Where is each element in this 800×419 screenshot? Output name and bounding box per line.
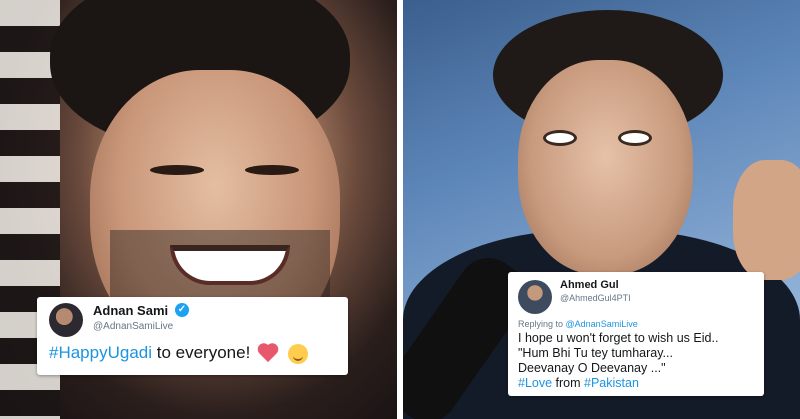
tweet-text: #HappyUgadi to everyone! <box>49 343 308 364</box>
tweet-text-from: from <box>552 376 585 390</box>
tweet-line: "Hum Bhi Tu tey tumharay... <box>518 346 673 360</box>
left-eye <box>150 165 204 175</box>
tweet-author-handle[interactable]: @AdnanSamiLive <box>93 321 173 332</box>
tweet-author-name[interactable]: Ahmed Gul <box>560 279 619 291</box>
right-eye <box>245 165 299 175</box>
tweet-card-ahmed-gul[interactable]: Ahmed Gul @AhmedGul4PTI Replying to @Adn… <box>508 272 764 396</box>
hashtag-link-pakistan[interactable]: #Pakistan <box>584 376 639 390</box>
tweet-author-name[interactable]: Adnan Sami <box>93 303 168 318</box>
avatar[interactable] <box>49 303 83 337</box>
hashtag-link-love[interactable]: #Love <box>518 376 552 390</box>
right-eye <box>618 130 652 146</box>
replying-to: Replying to @AdnanSamiLive <box>518 319 638 329</box>
hashtag-link[interactable]: #HappyUgadi <box>49 343 152 362</box>
pointing-hand <box>733 160 800 280</box>
tweet-line: Deevanay O Deevanay ..." <box>518 361 666 375</box>
face <box>518 60 693 275</box>
avatar[interactable] <box>518 280 552 314</box>
replying-to-label: Replying to <box>518 319 566 329</box>
reply-mention-link[interactable]: @AdnanSamiLive <box>566 319 638 329</box>
tweet-author-handle[interactable]: @AhmedGul4PTI <box>560 293 631 303</box>
smiling-face-icon <box>287 343 308 364</box>
verified-badge-icon: ✓ <box>175 303 189 317</box>
tweet-text: I hope u won't forget to wish us Eid.. "… <box>518 331 718 391</box>
left-eye <box>543 130 577 146</box>
tweet-text-body: to everyone! <box>152 343 251 362</box>
tweet-card-adnan-sami[interactable]: Adnan Sami ✓ @AdnanSamiLive #HappyUgadi … <box>37 297 348 375</box>
tweet-line: #Love from #Pakistan <box>518 376 718 391</box>
tweet-line: I hope u won't forget to wish us Eid.. <box>518 331 719 345</box>
heart-icon <box>257 344 279 364</box>
